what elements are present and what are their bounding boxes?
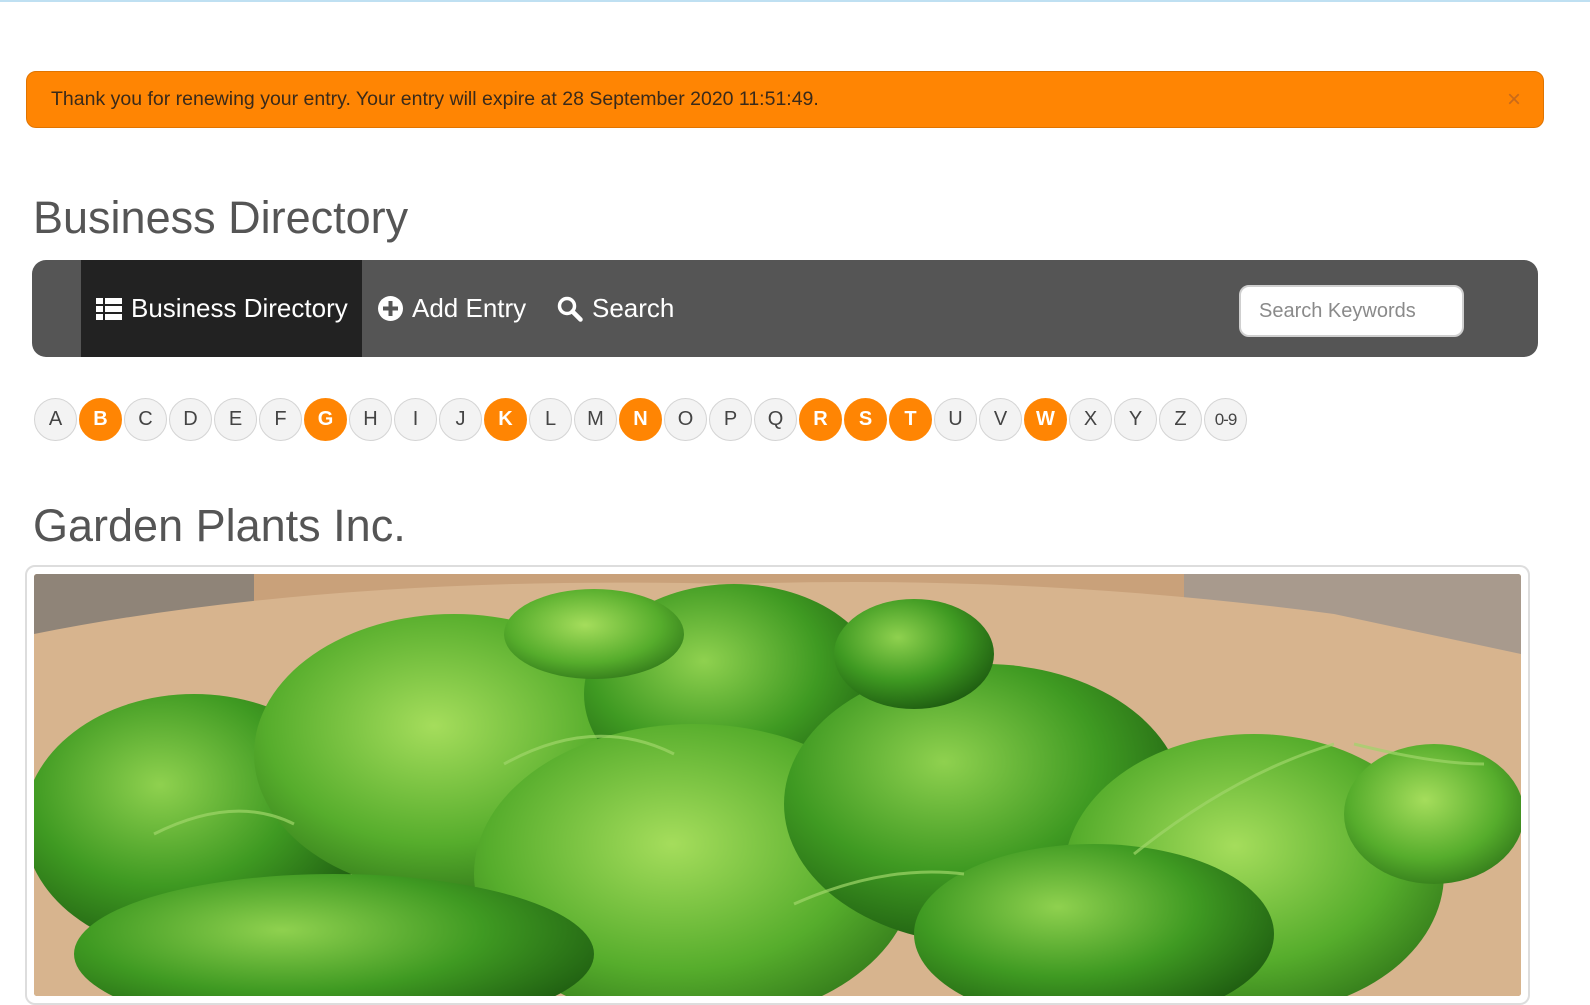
alert-message: Thank you for renewing your entry. Your … [51, 88, 819, 110]
letter-p[interactable]: P [709, 398, 752, 441]
letter-g[interactable]: G [304, 398, 347, 441]
letter-h[interactable]: H [349, 398, 392, 441]
letter-x[interactable]: X [1069, 398, 1112, 441]
letter-t[interactable]: T [889, 398, 932, 441]
letter-b[interactable]: B [79, 398, 122, 441]
letter-m[interactable]: M [574, 398, 617, 441]
letter-s[interactable]: S [844, 398, 887, 441]
letter-j[interactable]: J [439, 398, 482, 441]
letter-d[interactable]: D [169, 398, 212, 441]
nav-item-business-directory[interactable]: Business Directory [81, 260, 362, 357]
nav-item-add-entry[interactable]: Add Entry [378, 260, 526, 357]
letter-w[interactable]: W [1024, 398, 1067, 441]
nav-item-label: Business Directory [131, 293, 348, 323]
top-border [0, 0, 1590, 2]
letter-o[interactable]: O [664, 398, 707, 441]
entry-image-frame [25, 565, 1530, 1005]
letter-0-9[interactable]: 0-9 [1204, 398, 1247, 441]
letter-l[interactable]: L [529, 398, 572, 441]
letter-y[interactable]: Y [1114, 398, 1157, 441]
search-icon [557, 296, 583, 322]
letter-u[interactable]: U [934, 398, 977, 441]
search-keywords-input[interactable] [1239, 285, 1464, 337]
entry-title: Garden Plants Inc. [33, 500, 406, 551]
directory-navbar: Business Directory Add Entry Search [32, 260, 1538, 357]
page-title: Business Directory [33, 192, 409, 243]
close-icon[interactable]: × [1507, 87, 1521, 112]
nav-item-search[interactable]: Search [557, 260, 674, 357]
nav-item-label: Search [592, 293, 675, 323]
letter-r[interactable]: R [799, 398, 842, 441]
letter-n[interactable]: N [619, 398, 662, 441]
letter-i[interactable]: I [394, 398, 437, 441]
plus-circle-icon [378, 296, 403, 321]
letter-k[interactable]: K [484, 398, 527, 441]
letter-c[interactable]: C [124, 398, 167, 441]
list-icon [96, 297, 122, 320]
entry-photo [34, 574, 1521, 996]
letter-z[interactable]: Z [1159, 398, 1202, 441]
nav-item-label: Add Entry [412, 293, 527, 323]
letter-f[interactable]: F [259, 398, 302, 441]
renewal-alert: Thank you for renewing your entry. Your … [26, 71, 1544, 128]
letter-v[interactable]: V [979, 398, 1022, 441]
letter-q[interactable]: Q [754, 398, 797, 441]
letter-e[interactable]: E [214, 398, 257, 441]
letter-a[interactable]: A [34, 398, 77, 441]
